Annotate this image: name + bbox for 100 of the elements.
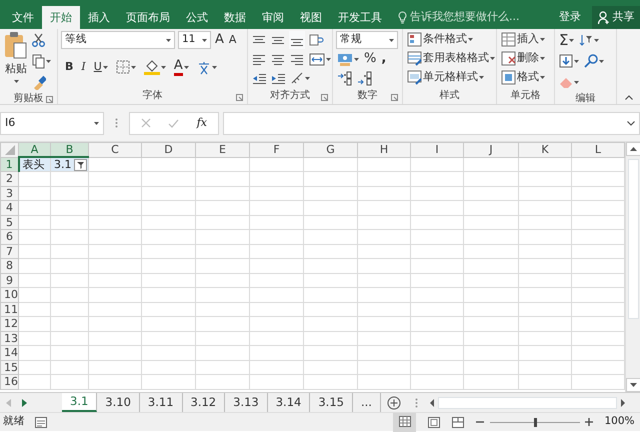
menu-tab[interactable]: 开发工具 bbox=[330, 6, 390, 29]
menu-tab[interactable]: 页面布局 bbox=[118, 6, 178, 29]
bold-button[interactable]: B bbox=[64, 58, 74, 76]
percent-button[interactable]: % bbox=[363, 50, 378, 68]
next-sheet-icon[interactable] bbox=[22, 398, 26, 406]
page-break-icon[interactable] bbox=[452, 416, 464, 428]
row-header[interactable]: 10 bbox=[0, 288, 18, 302]
scroll-thumb[interactable] bbox=[628, 158, 638, 319]
row-header[interactable]: 12 bbox=[0, 316, 18, 331]
menu-tab[interactable]: 文件 bbox=[4, 6, 42, 29]
column-header[interactable]: G bbox=[304, 142, 358, 157]
row-header[interactable]: 15 bbox=[0, 360, 18, 374]
comma-button[interactable]: , bbox=[380, 50, 388, 68]
sort-filter-icon bbox=[579, 33, 594, 47]
search-button[interactable] bbox=[583, 52, 605, 70]
font-name-field[interactable]: 等线 bbox=[61, 31, 175, 49]
row-header[interactable]: 9 bbox=[0, 273, 18, 288]
column-header[interactable]: D bbox=[142, 142, 196, 157]
column-header[interactable]: C bbox=[88, 142, 142, 157]
column-header[interactable]: K bbox=[518, 142, 572, 157]
add-sheet-icon[interactable] bbox=[386, 396, 401, 410]
row-header[interactable]: 2 bbox=[0, 172, 18, 186]
collapse-ribbon-icon[interactable] bbox=[624, 95, 632, 100]
copy-button[interactable] bbox=[31, 52, 52, 70]
row-header[interactable]: 8 bbox=[0, 258, 18, 273]
menu-tab[interactable]: 数据 bbox=[216, 6, 254, 29]
cell-styles-button[interactable]: 单元格样式 bbox=[406, 69, 496, 86]
menu-tab[interactable]: 插入 bbox=[80, 6, 118, 29]
paste-button[interactable]: 粘贴 bbox=[3, 31, 29, 89]
fill-button[interactable] bbox=[558, 52, 580, 70]
lightbulb-icon bbox=[398, 11, 407, 24]
zoom-in-icon[interactable] bbox=[585, 418, 594, 426]
borders-button[interactable] bbox=[114, 58, 137, 76]
tell-me-field[interactable]: 告诉我您想要做什么... bbox=[410, 9, 520, 26]
macro-record-icon[interactable] bbox=[34, 416, 47, 428]
scroll-up-icon[interactable] bbox=[626, 142, 640, 156]
menu-tab[interactable]: 视图 bbox=[292, 6, 330, 29]
zoom-level[interactable]: 100% bbox=[604, 414, 634, 430]
person-icon bbox=[598, 11, 610, 24]
row-header[interactable]: 7 bbox=[0, 244, 18, 258]
scroll-down-icon[interactable] bbox=[626, 378, 640, 392]
column-header[interactable]: F bbox=[250, 142, 304, 157]
italic-button[interactable]: I bbox=[80, 58, 87, 76]
formula-input[interactable] bbox=[223, 112, 640, 134]
delete-cells-button[interactable]: 删除 bbox=[500, 50, 546, 67]
grow-font-button[interactable]: A bbox=[214, 31, 225, 49]
zoom-slider-thumb[interactable] bbox=[534, 418, 537, 426]
conditional-format-button[interactable]: 条件格式 bbox=[406, 31, 496, 48]
column-header[interactable]: I bbox=[410, 142, 464, 157]
sheet-tab[interactable]: 3.1 bbox=[62, 393, 98, 412]
group-label: 数字 bbox=[358, 90, 378, 101]
scroll-thumb[interactable] bbox=[438, 396, 617, 408]
sign-in-link[interactable]: 登录 bbox=[552, 6, 587, 29]
decrease-decimal-button[interactable] bbox=[356, 69, 373, 87]
row-header[interactable]: 11 bbox=[0, 302, 18, 316]
normal-view-button[interactable] bbox=[393, 412, 416, 432]
column-header[interactable]: A bbox=[18, 142, 50, 157]
menu-tab[interactable]: 公式 bbox=[178, 6, 216, 29]
dialog-launcher-icon[interactable] bbox=[321, 94, 328, 101]
format-cells-button[interactable]: 格式 bbox=[500, 69, 546, 86]
row-header[interactable]: 14 bbox=[0, 346, 18, 360]
column-header[interactable]: J bbox=[464, 142, 518, 157]
fill-color-button[interactable] bbox=[142, 58, 167, 76]
align-bottom-button[interactable] bbox=[289, 31, 305, 49]
name-box[interactable]: I6 bbox=[0, 112, 104, 134]
column-header[interactable]: B bbox=[50, 142, 88, 157]
font-size-field[interactable]: 11 bbox=[178, 31, 211, 49]
row-header[interactable]: 1 bbox=[0, 157, 18, 172]
table-format-icon bbox=[407, 51, 422, 66]
dialog-launcher-icon[interactable] bbox=[46, 96, 53, 103]
insert-function-button[interactable]: fx bbox=[196, 114, 207, 132]
dialog-launcher-icon[interactable] bbox=[236, 94, 243, 101]
orientation-icon bbox=[290, 71, 304, 85]
cell-text: 3.1 bbox=[54, 158, 72, 171]
column-header[interactable]: H bbox=[358, 142, 410, 157]
menu-tab[interactable]: 开始 bbox=[42, 6, 80, 29]
number-format-field[interactable]: 常规 bbox=[336, 31, 398, 49]
column-header[interactable]: E bbox=[196, 142, 250, 157]
font-color-button[interactable]: A bbox=[172, 58, 190, 76]
row-header[interactable]: 4 bbox=[0, 200, 18, 215]
row-header[interactable]: 13 bbox=[0, 331, 18, 346]
caret-icon bbox=[540, 38, 545, 41]
table-format-button[interactable]: 套用表格格式 bbox=[406, 50, 496, 67]
row-header[interactable]: 3 bbox=[0, 186, 18, 200]
dialog-launcher-icon[interactable] bbox=[391, 94, 398, 101]
underline-button[interactable]: U bbox=[92, 58, 109, 76]
autosum-button[interactable]: Σ bbox=[558, 31, 576, 49]
row-header[interactable]: 5 bbox=[0, 215, 18, 230]
row-header[interactable]: 16 bbox=[0, 374, 18, 389]
row-header[interactable]: 6 bbox=[0, 230, 18, 244]
menu-tab[interactable]: 审阅 bbox=[254, 6, 292, 29]
column-header[interactable]: L bbox=[572, 142, 624, 157]
insert-cells-button[interactable]: 插入 bbox=[500, 31, 546, 48]
expand-caret-icon bbox=[627, 120, 635, 126]
page-layout-icon[interactable] bbox=[428, 416, 440, 428]
copy-icon bbox=[32, 54, 45, 68]
increase-decimal-button[interactable] bbox=[336, 69, 353, 87]
filter-button[interactable] bbox=[74, 159, 87, 171]
shrink-font-button[interactable]: A bbox=[228, 31, 238, 49]
share-button[interactable]: 共享 bbox=[592, 6, 640, 29]
